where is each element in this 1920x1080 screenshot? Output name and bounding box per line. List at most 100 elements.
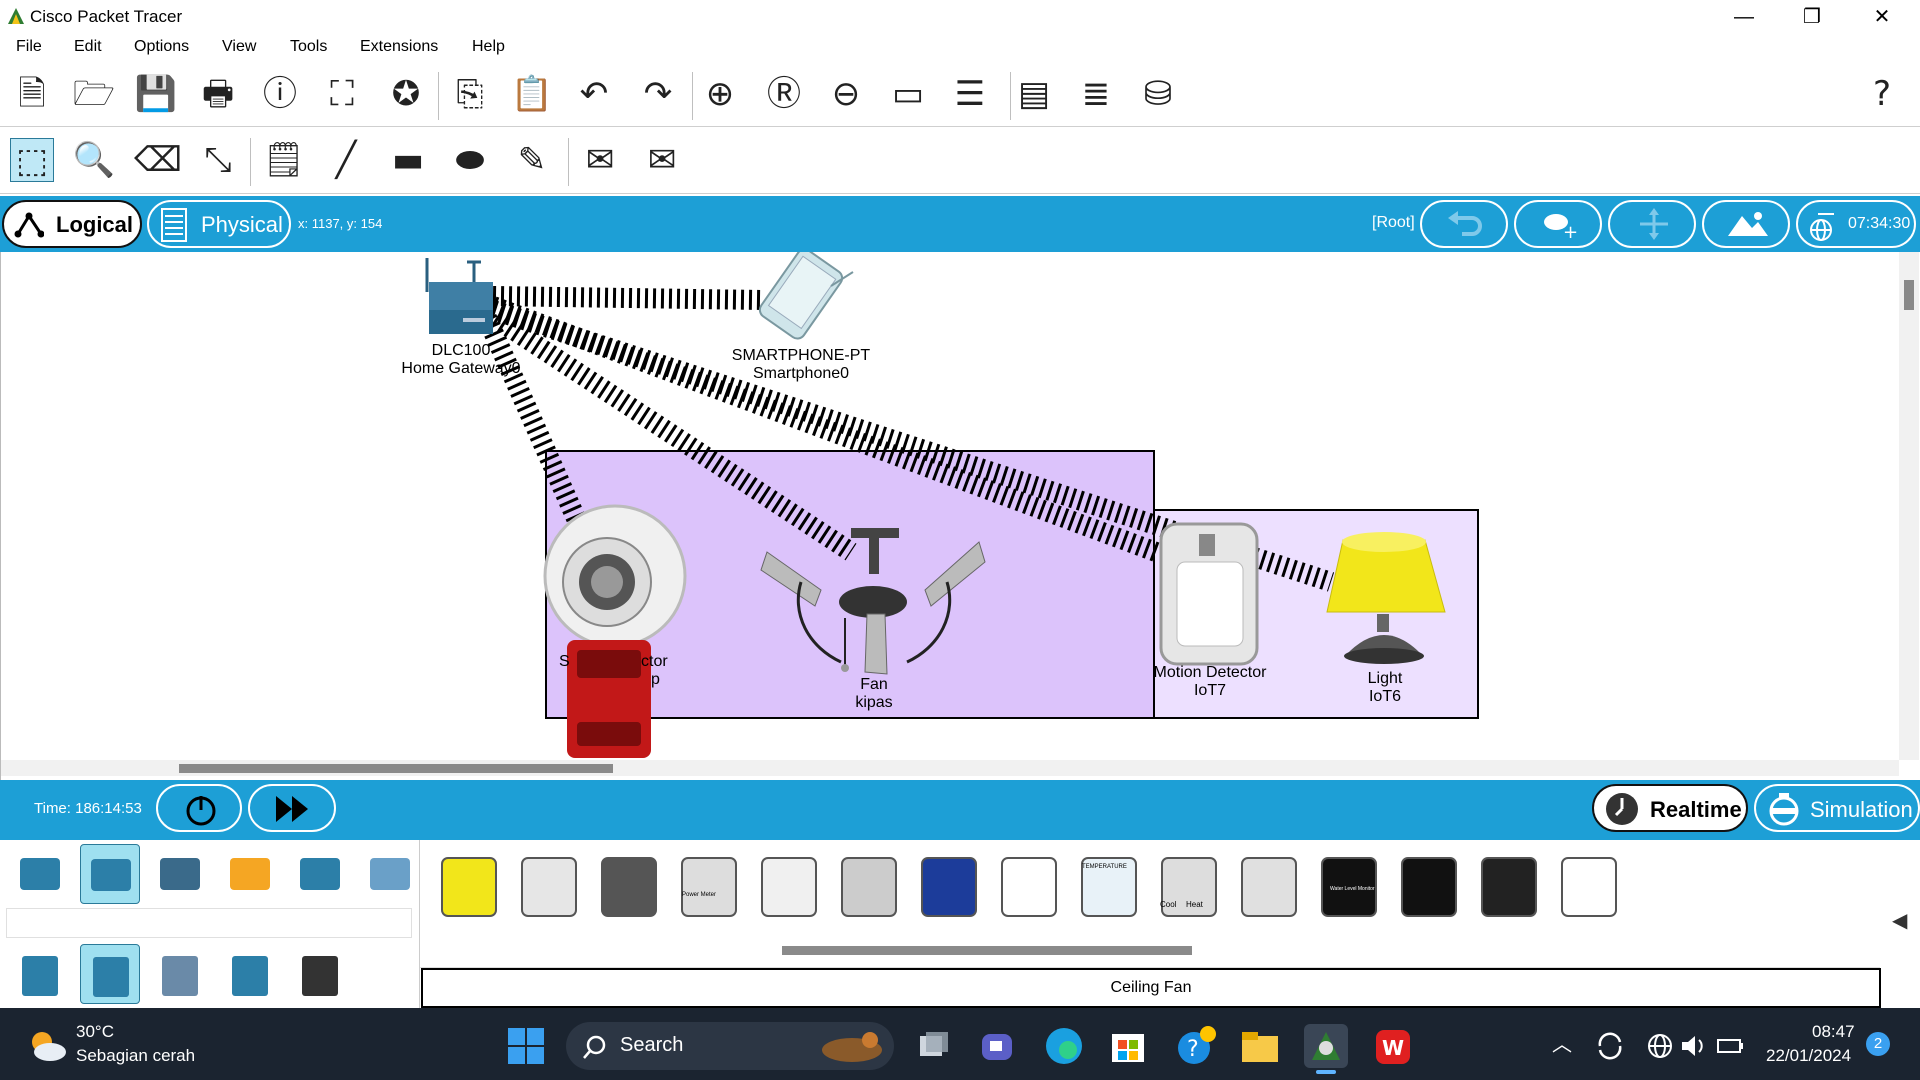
packet-tracer-taskbar-icon[interactable] bbox=[1304, 1024, 1348, 1068]
activity-wizard-icon[interactable]: ⛶ bbox=[320, 72, 364, 116]
palette-webcam-icon[interactable] bbox=[1394, 850, 1464, 924]
set-background-button[interactable] bbox=[1702, 200, 1790, 248]
close-button[interactable]: ✕ bbox=[1852, 2, 1912, 32]
palette-wind-detector-icon[interactable] bbox=[1474, 850, 1544, 924]
wps-office-icon[interactable]: W bbox=[1372, 1024, 1416, 1068]
back-button[interactable] bbox=[1420, 200, 1508, 248]
palette-speaker-icon[interactable] bbox=[834, 850, 904, 924]
palette-solar-panel-icon[interactable] bbox=[914, 850, 984, 924]
category-industrial-sub-icon[interactable] bbox=[220, 944, 280, 1004]
logical-workspace[interactable]: DLC100 Home Gateway0 SMARTPHONE-PT Smart… bbox=[0, 252, 1920, 780]
edge-browser-icon[interactable] bbox=[1042, 1024, 1086, 1068]
palette-window-icon[interactable] bbox=[1554, 850, 1624, 924]
palette-lcd-icon[interactable] bbox=[994, 850, 1064, 924]
palette-hvac-icon[interactable] bbox=[1154, 850, 1224, 924]
minimize-button[interactable]: — bbox=[1714, 2, 1774, 32]
taskbar-search[interactable]: Search bbox=[566, 1022, 894, 1070]
ipc-icon[interactable]: ✪ bbox=[384, 72, 428, 116]
custom-devices-icon[interactable]: ☰ bbox=[948, 72, 992, 116]
note-icon[interactable]: 🗒 bbox=[262, 138, 306, 182]
category-multiuser-icon[interactable] bbox=[360, 844, 420, 904]
get-help-icon[interactable]: ? bbox=[1174, 1024, 1218, 1068]
vertical-scrollbar[interactable] bbox=[1899, 252, 1919, 760]
category-home-sub-icon[interactable] bbox=[80, 944, 140, 1004]
save-icon[interactable]: 💾 bbox=[134, 72, 178, 116]
motion-detector-icon[interactable] bbox=[1159, 522, 1259, 666]
zoom-in-icon[interactable]: ⊕ bbox=[698, 72, 742, 116]
network-info-icon[interactable]: ⛁ bbox=[1136, 72, 1180, 116]
new-cluster-button[interactable]: + bbox=[1514, 200, 1602, 248]
category-smart-city-sub-icon[interactable] bbox=[150, 944, 210, 1004]
teams-meet-icon[interactable] bbox=[976, 1024, 1020, 1068]
category-end-devices-icon[interactable] bbox=[80, 844, 140, 904]
info-icon[interactable]: ⓘ bbox=[258, 72, 302, 116]
horizontal-scroll-thumb[interactable] bbox=[179, 764, 613, 773]
menu-extensions[interactable]: Extensions bbox=[360, 38, 438, 56]
line-icon[interactable]: ╱ bbox=[324, 138, 368, 182]
sync-icon[interactable] bbox=[1596, 1032, 1624, 1060]
network-globe-icon[interactable] bbox=[1646, 1032, 1674, 1060]
category-components-icon[interactable] bbox=[150, 844, 210, 904]
fast-forward-button[interactable] bbox=[248, 784, 336, 832]
simple-pdu-icon[interactable]: ✉ bbox=[578, 138, 622, 182]
palette-air-cleaner-icon[interactable] bbox=[754, 850, 824, 924]
weather-icon[interactable] bbox=[26, 1026, 68, 1064]
move-object-button[interactable] bbox=[1608, 200, 1696, 248]
palette-power-meter-icon[interactable] bbox=[674, 850, 744, 924]
task-view-icon[interactable] bbox=[910, 1024, 954, 1068]
palette-light-icon[interactable] bbox=[434, 850, 504, 924]
palette-ceiling-fan-icon[interactable] bbox=[1234, 850, 1304, 924]
maximize-button[interactable]: ❐ bbox=[1782, 2, 1842, 32]
resize-icon[interactable]: ⤡ bbox=[196, 138, 240, 182]
new-file-icon[interactable]: 🗎 bbox=[10, 72, 54, 116]
root-label[interactable]: [Root] bbox=[1372, 214, 1415, 232]
system-time[interactable]: 08:47 bbox=[1812, 1022, 1855, 1042]
smartphone-device-icon[interactable] bbox=[757, 252, 845, 342]
palette-smartphone-icon[interactable] bbox=[594, 850, 664, 924]
physical-tab[interactable]: Physical bbox=[147, 200, 291, 248]
show-hidden-icons-icon[interactable]: ︿ bbox=[1552, 1028, 1572, 1057]
palette-thermostat-icon[interactable] bbox=[1074, 850, 1144, 924]
pdu-list-icon[interactable]: ▤ bbox=[1012, 72, 1056, 116]
category-connections-icon[interactable] bbox=[220, 844, 280, 904]
horizontal-scrollbar[interactable] bbox=[1, 760, 1899, 776]
menu-edit[interactable]: Edit bbox=[74, 38, 102, 56]
device-template-icon[interactable]: ≣ bbox=[1074, 72, 1118, 116]
category-end-devices-sub-icon[interactable] bbox=[10, 944, 70, 1004]
delete-icon[interactable]: ⌫ bbox=[134, 138, 182, 182]
undo-icon[interactable]: ↶ bbox=[572, 72, 616, 116]
palette-collapse-arrow-icon[interactable]: ◀ bbox=[1892, 908, 1907, 933]
menu-view[interactable]: View bbox=[222, 38, 256, 56]
drawing-palette-icon[interactable]: ▭ bbox=[886, 72, 930, 116]
menu-options[interactable]: Options bbox=[134, 38, 189, 56]
device-list-scrollbar[interactable] bbox=[782, 946, 1192, 955]
smoke-detector-icon[interactable] bbox=[543, 504, 687, 648]
inspect-icon[interactable]: 🔍 bbox=[72, 138, 116, 182]
file-explorer-icon[interactable] bbox=[1238, 1024, 1282, 1068]
category-power-grid-sub-icon[interactable] bbox=[290, 944, 350, 1004]
help-icon[interactable]: ? bbox=[1860, 72, 1904, 116]
menu-help[interactable]: Help bbox=[472, 38, 505, 56]
select-icon[interactable]: ⬚ bbox=[10, 138, 54, 182]
paste-icon[interactable]: 📋 bbox=[510, 72, 554, 116]
redo-icon[interactable]: ↷ bbox=[636, 72, 680, 116]
rectangle-icon[interactable]: ▬ bbox=[386, 138, 430, 182]
simulation-mode-button[interactable]: Simulation bbox=[1754, 784, 1920, 832]
windows-start-icon[interactable] bbox=[508, 1028, 544, 1064]
open-folder-icon[interactable]: 🗁 bbox=[72, 72, 116, 116]
battery-icon[interactable] bbox=[1716, 1032, 1746, 1060]
realtime-mode-button[interactable]: Realtime bbox=[1592, 784, 1748, 832]
category-network-devices-icon[interactable] bbox=[10, 844, 70, 904]
zoom-out-icon[interactable]: ⊖ bbox=[824, 72, 868, 116]
palette-door-sensor-icon[interactable] bbox=[514, 850, 584, 924]
power-cycle-button[interactable] bbox=[156, 784, 242, 832]
freeform-icon[interactable]: ✎ bbox=[510, 138, 554, 182]
viewport-clock[interactable]: 07:34:30 bbox=[1796, 200, 1916, 248]
ellipse-icon[interactable]: ⬬ bbox=[448, 138, 492, 182]
zoom-reset-icon[interactable]: Ⓡ bbox=[762, 72, 806, 116]
logical-tab[interactable]: Logical bbox=[2, 200, 142, 248]
menu-file[interactable]: File bbox=[16, 38, 42, 56]
menu-tools[interactable]: Tools bbox=[290, 38, 327, 56]
print-icon[interactable]: 🖶 bbox=[196, 72, 240, 116]
notification-badge[interactable]: 2 bbox=[1866, 1032, 1890, 1056]
